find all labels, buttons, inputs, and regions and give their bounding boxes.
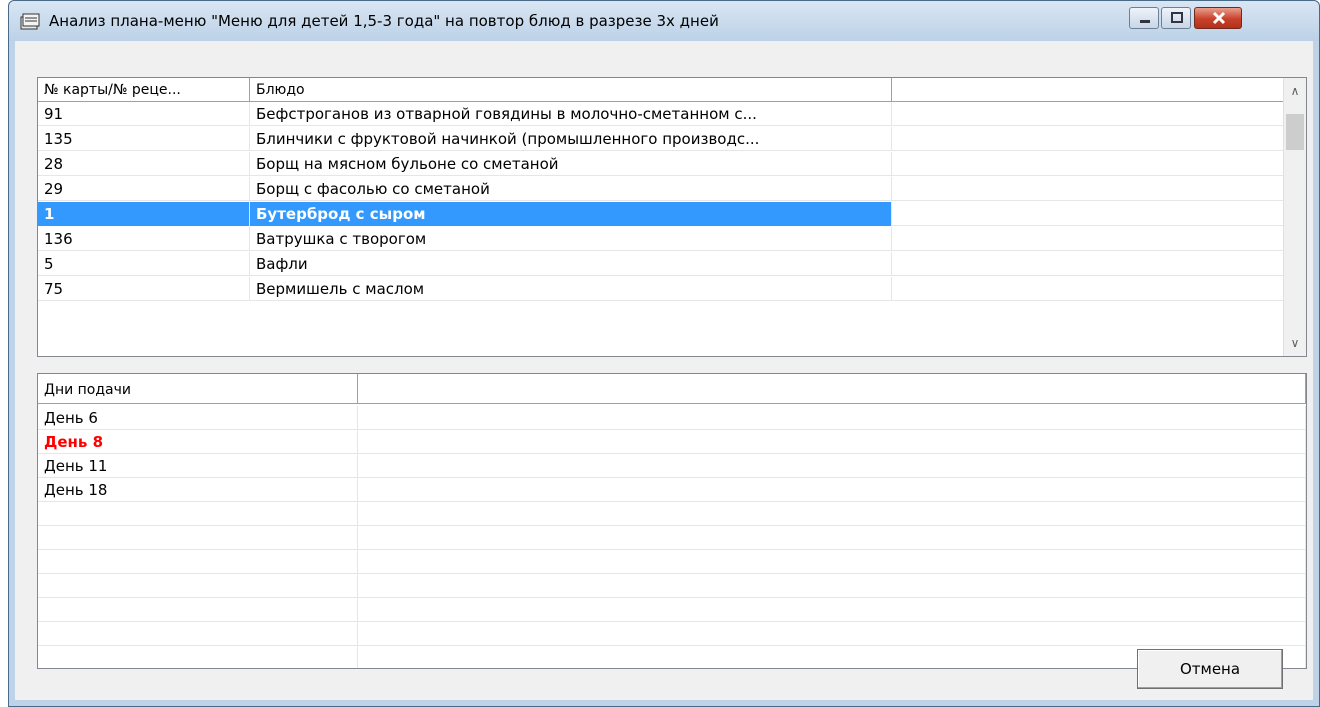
table-row[interactable]: 1 Бутерброд с сыром [38, 202, 1286, 226]
table-row[interactable]: День 6 [38, 406, 1306, 430]
day-cell [38, 526, 358, 550]
dishes-scrollbar[interactable]: ∧ ∨ [1283, 78, 1306, 356]
empty-cell [358, 430, 1306, 454]
title-bar[interactable]: Анализ плана-меню "Меню для детей 1,5-3 … [9, 1, 1319, 41]
card-number-cell: 28 [38, 152, 250, 176]
empty-cell [358, 478, 1306, 502]
dishes-grid[interactable]: № карты/№ реце... Блюдо 91 Бефстроганов и… [37, 77, 1307, 357]
scrollbar-thumb[interactable] [1286, 114, 1304, 150]
dialog-client-area: № карты/№ реце... Блюдо 91 Бефстроганов и… [15, 41, 1313, 700]
empty-cell [358, 502, 1306, 526]
empty-cell [358, 622, 1306, 646]
empty-row [38, 526, 1306, 550]
empty-cell [358, 598, 1306, 622]
column-header-empty[interactable] [892, 78, 1286, 102]
day-cell: День 6 [38, 406, 358, 430]
dish-name-cell: Борщ с фасолью со сметаной [250, 177, 892, 201]
table-row[interactable]: День 8 [38, 430, 1306, 454]
close-button[interactable] [1194, 7, 1242, 29]
window-title: Анализ плана-меню "Меню для детей 1,5-3 … [49, 12, 719, 30]
table-row[interactable]: 91 Бефстроганов из отварной говядины в мо… [38, 102, 1286, 126]
empty-row [38, 646, 1306, 668]
dish-name-cell: Бефстроганов из отварной говядины в моло… [250, 102, 892, 126]
days-grid[interactable]: Дни подачи День 6 День 8 День 11 День 18 [37, 373, 1307, 669]
column-header-empty-2[interactable] [358, 374, 1306, 404]
scroll-up-icon[interactable]: ∧ [1284, 80, 1306, 102]
minimize-button[interactable] [1129, 7, 1159, 29]
empty-row [38, 574, 1306, 598]
table-row[interactable]: 28 Борщ на мясном бульоне со сметаной [38, 152, 1286, 176]
maximize-button[interactable] [1161, 7, 1191, 29]
app-icon [19, 11, 41, 31]
empty-cell [892, 177, 1286, 201]
dish-name-cell: Бутерброд с сыром [250, 202, 892, 226]
empty-cell [358, 574, 1306, 598]
card-number-cell: 135 [38, 127, 250, 151]
dish-name-cell: Вермишель с маслом [250, 277, 892, 301]
empty-row [38, 502, 1306, 526]
card-number-cell: 1 [38, 202, 250, 226]
table-row[interactable]: День 11 [38, 454, 1306, 478]
empty-cell [892, 202, 1286, 226]
table-row[interactable]: 75 Вермишель с маслом [38, 277, 1286, 301]
day-cell [38, 550, 358, 574]
empty-cell [358, 550, 1306, 574]
table-row[interactable]: 29 Борщ с фасолью со сметаной [38, 177, 1286, 201]
dialog-window: Анализ плана-меню "Меню для детей 1,5-3 … [8, 0, 1320, 707]
empty-cell [358, 406, 1306, 430]
day-cell [38, 598, 358, 622]
empty-cell [892, 152, 1286, 176]
empty-cell [892, 252, 1286, 276]
table-row[interactable]: День 18 [38, 478, 1306, 502]
day-cell: День 18 [38, 478, 358, 502]
day-cell: День 11 [38, 454, 358, 478]
empty-cell [892, 227, 1286, 251]
day-cell [38, 574, 358, 598]
empty-row [38, 550, 1306, 574]
scroll-down-icon[interactable]: ∨ [1284, 332, 1306, 354]
empty-cell [892, 127, 1286, 151]
card-number-cell: 5 [38, 252, 250, 276]
card-number-cell: 29 [38, 177, 250, 201]
card-number-cell: 136 [38, 227, 250, 251]
table-row[interactable]: 136 Ватрушка с творогом [38, 227, 1286, 251]
dish-name-cell: Ватрушка с творогом [250, 227, 892, 251]
column-header-card[interactable]: № карты/№ реце... [38, 78, 250, 102]
empty-cell [892, 277, 1286, 301]
dish-name-cell: Блинчики с фруктовой начинкой (промышлен… [250, 127, 892, 151]
dish-name-cell: Борщ на мясном бульоне со сметаной [250, 152, 892, 176]
day-cell [38, 502, 358, 526]
empty-cell [358, 454, 1306, 478]
day-cell [38, 622, 358, 646]
day-cell [38, 646, 358, 668]
table-row[interactable]: 5 Вафли [38, 252, 1286, 276]
empty-cell [892, 102, 1286, 126]
column-header-days[interactable]: Дни подачи [38, 374, 358, 404]
empty-cell [358, 526, 1306, 550]
empty-row [38, 598, 1306, 622]
card-number-cell: 75 [38, 277, 250, 301]
empty-row [38, 622, 1306, 646]
table-row[interactable]: 135 Блинчики с фруктовой начинкой (промыш… [38, 127, 1286, 151]
column-header-dish[interactable]: Блюдо [250, 78, 892, 102]
card-number-cell: 91 [38, 102, 250, 126]
dish-name-cell: Вафли [250, 252, 892, 276]
cancel-button[interactable]: Отмена [1137, 649, 1283, 689]
day-cell: День 8 [38, 430, 358, 454]
